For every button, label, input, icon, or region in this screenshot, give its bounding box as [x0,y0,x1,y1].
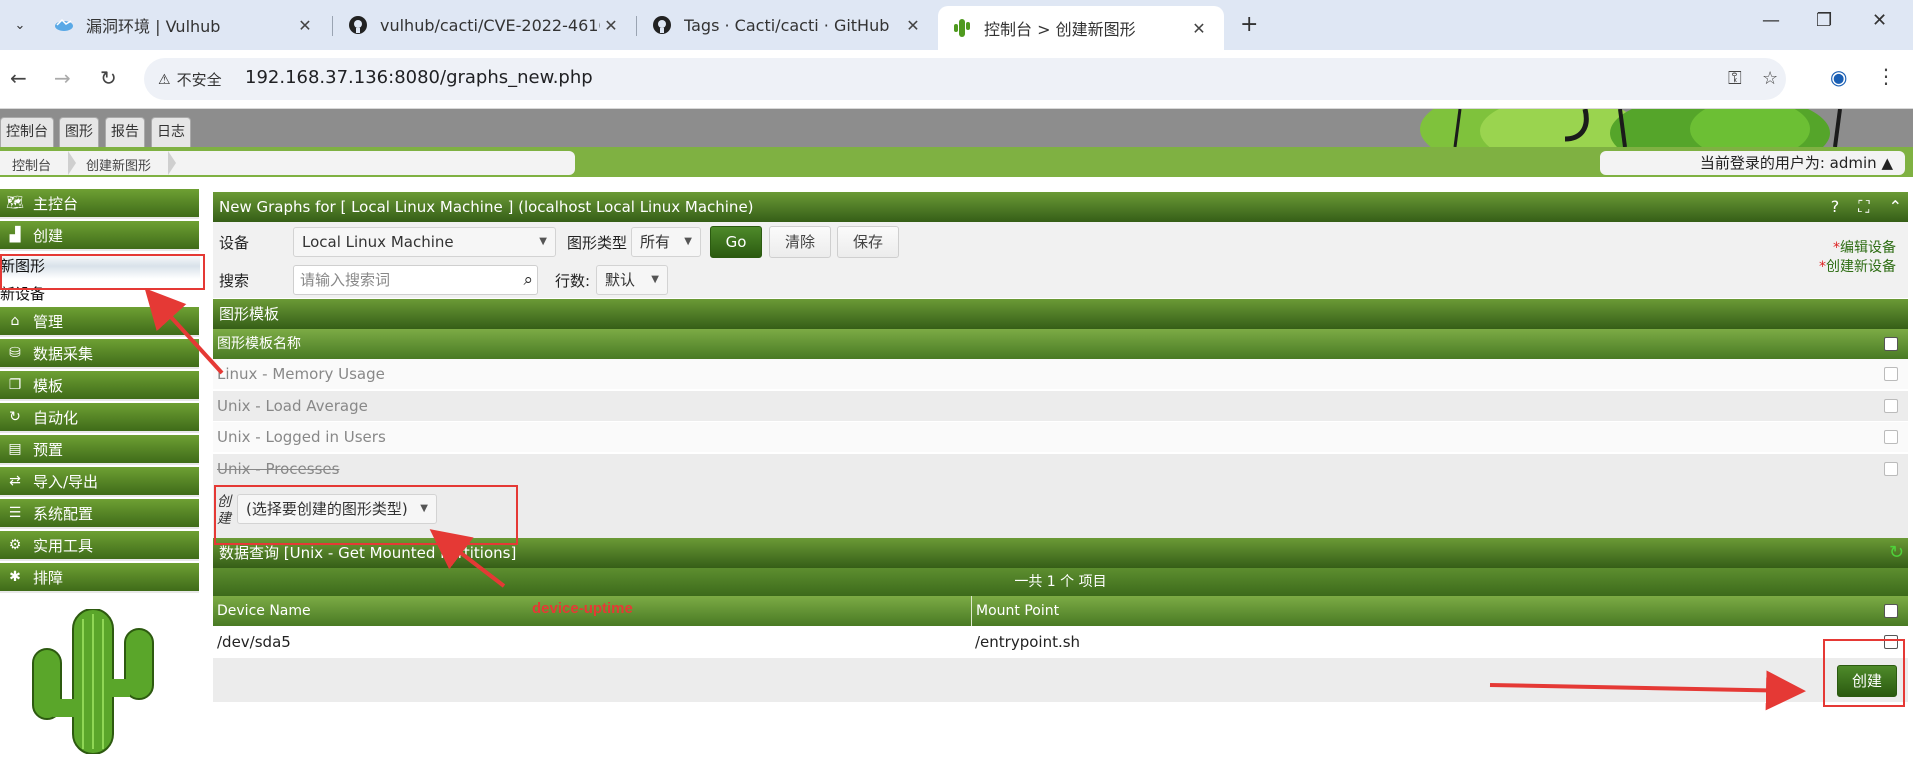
close-icon[interactable]: ✕ [294,16,316,35]
new-tab-plus-icon[interactable]: + [1240,12,1258,37]
vulhub-logo-icon [54,15,74,35]
github-icon [652,15,672,35]
reload-icon[interactable]: ↻ [100,66,117,90]
url-text[interactable]: 192.168.37.136:8080/graphs_new.php [245,67,593,88]
browser-tab-github-vulhub[interactable]: vulhub/cacti/CVE-2022-4616 ✕ [334,6,636,44]
browser-tab-cacti-active[interactable]: 控制台 > 创建新图形 ✕ [938,6,1224,50]
warning-triangle-icon: ⚠ [158,71,171,88]
browser-tab-vulhub[interactable]: 漏洞环境 | Vulhub ✕ [40,6,330,44]
browser-toolbar: ← → ↻ ⚠ 不安全 192.168.37.136:8080/graphs_n… [0,50,1913,109]
profile-icon[interactable]: ◉ [1830,65,1847,89]
security-label: 不安全 [176,71,222,89]
close-icon[interactable]: ✕ [902,16,924,35]
github-icon [348,15,368,35]
close-icon[interactable]: ✕ [600,16,622,35]
forward-arrow-icon[interactable]: → [54,66,71,90]
address-bar[interactable]: ⚠ 不安全 192.168.37.136:8080/graphs_new.php… [144,58,1786,100]
star-icon[interactable]: ☆ [1762,68,1778,89]
key-icon[interactable]: ⚿ [1728,68,1742,89]
cacti-icon [952,18,972,38]
arrow-to-create-select [429,529,506,588]
security-indicator[interactable]: ⚠ 不安全 [158,69,222,90]
arrow-to-create-button [1489,670,1806,711]
minimize-icon[interactable]: — [1762,10,1780,31]
tab-separator [636,16,637,36]
tab-title: vulhub/cacti/CVE-2022-4616 [380,15,600,35]
close-icon[interactable]: ✕ [1188,19,1210,38]
annotation-arrows [144,288,1806,711]
window-close-icon[interactable]: ✕ [1872,10,1887,31]
tab-title: Tags · Cacti/cacti · GitHub [684,15,890,35]
tab-title: 漏洞环境 | Vulhub [86,17,221,36]
back-arrow-icon[interactable]: ← [10,66,27,90]
browser-tab-github-tags[interactable]: Tags · Cacti/cacti · GitHub ✕ [638,6,938,44]
tab-separator [332,16,333,36]
tab-title: 控制台 > 创建新图形 [984,20,1136,39]
arrow-to-new-graphs [144,288,224,375]
more-menu-icon[interactable]: ⋮ [1876,64,1896,88]
tab-search-chevron-icon[interactable]: ⌄ [6,12,34,38]
cacti-page: 控制台 图形 报告 日志 控制台 创建新图形 当前登录的用户为: admin ▲ [0,109,1913,755]
browser-tab-strip: ⌄ 漏洞环境 | Vulhub ✕ vulhub/cacti/CVE-2022-… [0,0,1913,50]
restore-icon[interactable]: ❐ [1816,10,1832,31]
